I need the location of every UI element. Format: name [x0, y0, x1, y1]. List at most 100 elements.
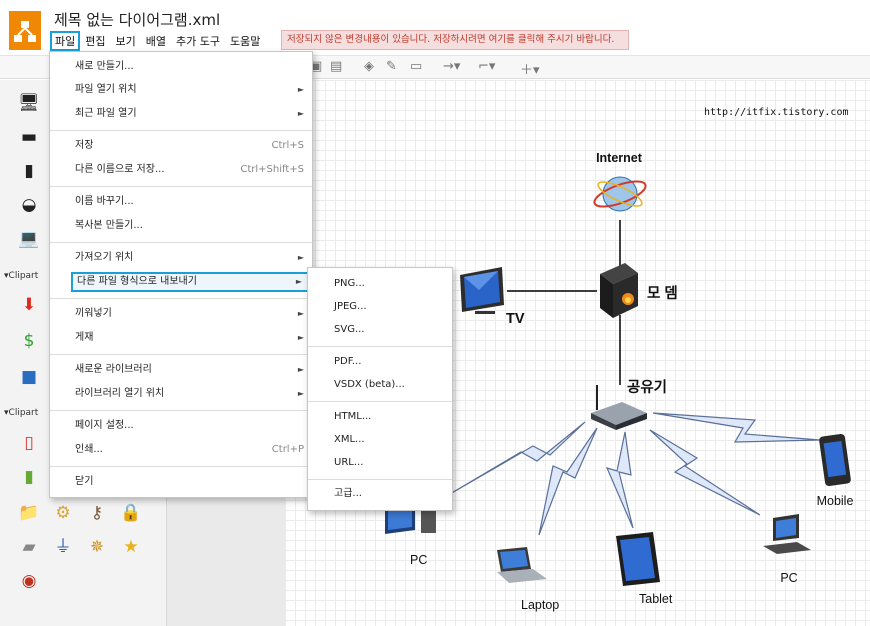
internet-globe-icon [593, 176, 647, 212]
menu-embed[interactable]: 끼워넣기 ► [50, 304, 312, 324]
laptop-label: Laptop [521, 598, 559, 612]
menu-edit[interactable]: 편집 [80, 31, 110, 51]
tv-label: TV [506, 311, 525, 327]
menu-save-as[interactable]: 다른 이름으로 저장... Ctrl+Shift+S [50, 160, 312, 180]
menu-file[interactable]: 파일 [50, 31, 81, 51]
insert-plus-icon[interactable]: ＋▾ [520, 59, 540, 78]
battery-full-icon[interactable]: ▮ [18, 466, 40, 488]
star-icon[interactable]: ★ [120, 536, 142, 558]
modem-label: 모 뎀 [647, 284, 678, 302]
export-svg[interactable]: SVG... [308, 320, 452, 340]
menu-bar: 파일 편집 보기 배열 추가 도구 도움말 [50, 31, 265, 51]
shadow-icon[interactable]: ▭ [410, 59, 422, 74]
network-card-icon[interactable]: ▰ [18, 536, 40, 558]
menu-new-library[interactable]: 새로운 라이브러리 ► [50, 360, 312, 380]
sidebar-section-clipart[interactable]: Clipart [4, 271, 39, 281]
tablet-label: Tablet [639, 592, 673, 606]
menu-separator [50, 242, 312, 243]
export-submenu: PNG... JPEG... SVG... PDF... VSDX (beta)… [307, 267, 453, 511]
waypoints-icon[interactable]: ⌐▾ [478, 59, 495, 74]
down-arrow-icon[interactable]: ⬇ [18, 294, 40, 316]
router-label: 공유기 [627, 379, 667, 396]
menu-close[interactable]: 닫기 [50, 472, 312, 492]
document-title[interactable]: 제목 없는 다이어그램.xml [54, 9, 220, 30]
unsaved-changes-banner[interactable]: 저장되지 않은 변경내용이 있습니다. 저장하시려면 여기를 클릭해 주시기 바… [281, 30, 629, 50]
menu-help[interactable]: 도움말 [225, 31, 265, 51]
menu-view[interactable]: 보기 [111, 31, 141, 51]
to-back-icon[interactable]: ▤ [330, 59, 342, 74]
submenu-arrow-icon: ► [297, 85, 304, 94]
menu-extras[interactable]: 추가 도구 [171, 31, 225, 51]
menu-export-as[interactable]: 다른 파일 형식으로 내보내기 ► [71, 272, 309, 292]
blue-box-icon[interactable]: ■ [18, 366, 40, 388]
folder-icon[interactable]: 📁 [18, 502, 40, 524]
menu-separator [50, 130, 312, 131]
export-pdf[interactable]: PDF... [308, 352, 452, 372]
export-html[interactable]: HTML... [308, 407, 452, 427]
wireless-bolt-mobile [652, 412, 821, 443]
internet-label: Internet [596, 151, 643, 165]
tablet-icon [616, 532, 660, 586]
tower-icon[interactable]: ▮ [18, 160, 40, 182]
menu-separator [50, 466, 312, 467]
submenu-arrow-icon: ► [295, 277, 302, 286]
menu-import-from[interactable]: 가져오기 위치 ► [50, 248, 312, 268]
menu-save[interactable]: 저장 Ctrl+S [50, 136, 312, 156]
export-jpeg[interactable]: JPEG... [308, 297, 452, 317]
menu-arrange[interactable]: 배열 [141, 31, 171, 51]
laptop-icon [497, 547, 547, 583]
fill-color-icon[interactable]: ◈ [364, 59, 374, 74]
pc-left-label: PC [410, 553, 427, 567]
wireless-bolt-pc [449, 421, 586, 495]
sidebar-section-clipart-2[interactable]: Clipart [4, 408, 39, 418]
menu-new[interactable]: 새로 만들기... [50, 57, 312, 77]
menu-open-recent[interactable]: 최근 파일 열기 ► [50, 104, 312, 124]
battery-low-icon[interactable]: ▯ [18, 432, 40, 454]
wireless-bolt-pc-right [649, 429, 761, 516]
laptop-icon[interactable]: 💻 [18, 228, 40, 250]
modem-icon [600, 263, 638, 318]
mobile-label: Mobile [817, 494, 854, 508]
helm-icon[interactable]: ✵ [86, 536, 108, 558]
pc-right-label: PC [780, 571, 797, 585]
wireless-bolt-laptop [538, 427, 598, 536]
gear-icon[interactable]: ⚙ [52, 502, 74, 524]
submenu-arrow-icon: ► [297, 365, 304, 374]
menu-publish[interactable]: 게재 ► [50, 328, 312, 348]
menu-print[interactable]: 인쇄... Ctrl+P [50, 440, 312, 460]
submenu-arrow-icon: ► [297, 389, 304, 398]
mobile-icon [819, 433, 851, 487]
source-watermark: http://itfix.tistory.com [704, 107, 849, 118]
menu-separator [308, 346, 452, 347]
router-icon[interactable]: ◒ [18, 194, 40, 216]
computers-icon[interactable]: 🖥 [18, 92, 40, 114]
connection-arrow-icon[interactable]: →▾ [443, 59, 460, 74]
plug-icon[interactable]: ⏚ [52, 536, 74, 558]
export-advanced[interactable]: 고급... [308, 484, 452, 504]
dollar-icon[interactable]: $ [18, 330, 40, 352]
menu-make-copy[interactable]: 복사본 만들기... [50, 216, 312, 236]
menu-rename[interactable]: 이름 바꾸기... [50, 192, 312, 212]
export-url[interactable]: URL... [308, 453, 452, 473]
drawio-logo [9, 11, 41, 50]
menu-separator [50, 354, 312, 355]
lock-icon[interactable]: 🔒 [120, 502, 142, 524]
menu-separator [50, 298, 312, 299]
keys-icon[interactable]: ⚷ [86, 502, 108, 524]
menu-page-setup[interactable]: 페이지 설정... [50, 416, 312, 436]
export-xml[interactable]: XML... [308, 430, 452, 450]
line-color-icon[interactable]: ✎ [386, 59, 397, 74]
speaker-icon[interactable]: ◉ [18, 570, 40, 592]
menu-separator [308, 401, 452, 402]
submenu-arrow-icon: ► [297, 253, 304, 262]
submenu-arrow-icon: ► [297, 309, 304, 318]
export-png[interactable]: PNG... [308, 274, 452, 294]
pc-right-icon [763, 514, 811, 554]
export-vsdx[interactable]: VSDX (beta)... [308, 375, 452, 395]
menu-open-library-from[interactable]: 라이브러리 열기 위치 ► [50, 384, 312, 404]
server-icon[interactable]: ▬ [18, 126, 40, 148]
menu-separator [50, 186, 312, 187]
menu-open-from[interactable]: 파일 열기 위치 ► [50, 80, 312, 100]
wireless-bolt-tablet [605, 431, 634, 529]
submenu-arrow-icon: ► [297, 109, 304, 118]
